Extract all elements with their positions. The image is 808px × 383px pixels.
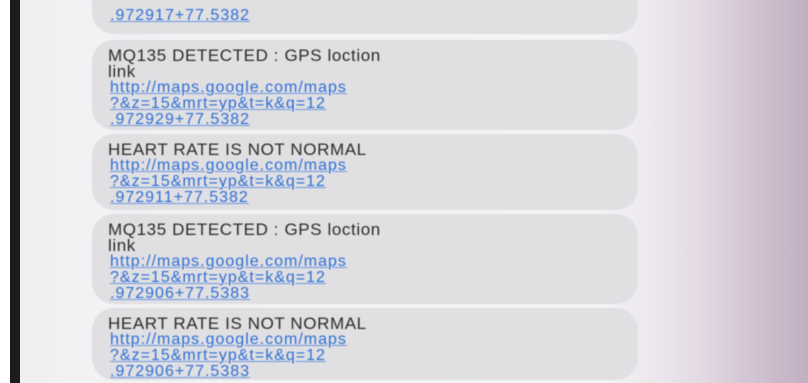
gps-link[interactable]: .972911+77.5382 (110, 190, 249, 206)
gps-link[interactable]: .972917+77.5382 (110, 8, 250, 24)
message-thread-photo: .972917+77.5382 MQ135 DETECTED : GPS loc… (0, 0, 808, 383)
gps-link[interactable]: ?&z=15&mrt=yp&t=k&q=12 (110, 174, 326, 190)
message-bubble[interactable]: .972917+77.5382 (92, 0, 638, 34)
message-text: link (108, 62, 136, 81)
message-bubble[interactable]: HEART RATE IS NOT NORMAL http://maps.goo… (92, 134, 638, 210)
message-text: MQ135 DETECTED : GPS loction (108, 220, 381, 239)
left-white-border (0, 0, 10, 383)
message-bubble[interactable]: MQ135 DETECTED : GPS loction link http:/… (92, 214, 638, 304)
gps-link[interactable]: http://maps.google.com/maps (110, 254, 347, 270)
gps-link[interactable]: ?&z=15&mrt=yp&t=k&q=12 (110, 96, 326, 112)
phone-bezel (10, 0, 20, 383)
gps-link[interactable]: .972906+77.5383 (110, 364, 250, 380)
gps-link[interactable]: http://maps.google.com/maps (110, 332, 347, 348)
message-text: HEART RATE IS NOT NORMAL (108, 314, 367, 333)
gps-link[interactable]: ?&z=15&mrt=yp&t=k&q=12 (110, 348, 326, 364)
gps-link[interactable]: .972906+77.5383 (110, 286, 250, 302)
message-text: link (108, 236, 136, 255)
gps-link[interactable]: http://maps.google.com/maps (110, 80, 347, 96)
message-bubble[interactable]: HEART RATE IS NOT NORMAL http://maps.goo… (92, 308, 638, 380)
gps-link[interactable]: ?&z=15&mrt=yp&t=k&q=12 (110, 270, 326, 286)
gps-link[interactable]: http://maps.google.com/maps (110, 158, 347, 174)
message-text: HEART RATE IS NOT NORMAL (108, 140, 367, 159)
gps-link[interactable]: .972929+77.5382 (110, 112, 250, 128)
message-bubble[interactable]: MQ135 DETECTED : GPS loction link http:/… (92, 40, 638, 130)
message-text: MQ135 DETECTED : GPS loction (108, 46, 381, 65)
